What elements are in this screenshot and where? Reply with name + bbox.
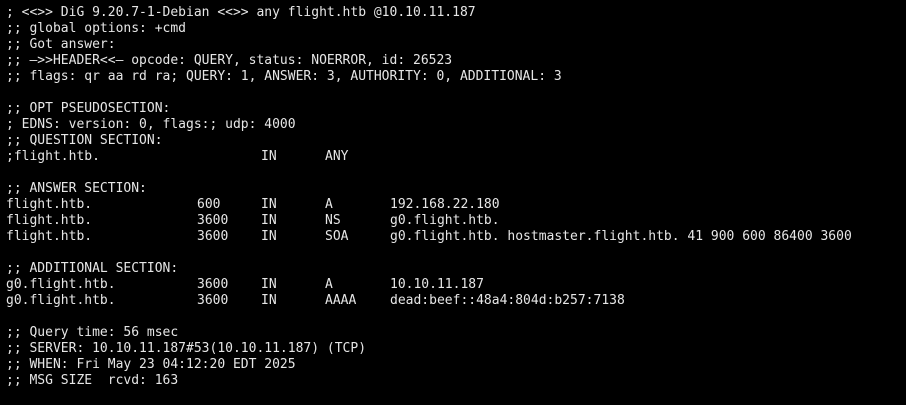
- record-data: 10.10.11.187: [390, 277, 484, 292]
- query-time-line: ;; Query time: 56 msec: [6, 325, 179, 340]
- flags-line: ;; flags: qr aa rd ra; QUERY: 1, ANSWER:…: [6, 69, 562, 84]
- additional-row: g0.flight.htb. 3600 IN A 10.10.11.187: [6, 277, 906, 293]
- msg-size-line: ;; MSG SIZE rcvd: 163: [6, 373, 179, 388]
- record-data: g0.flight.htb. hostmaster.flight.htb. 41…: [390, 229, 852, 244]
- record-name: flight.htb.: [6, 197, 93, 212]
- record-type: SOA: [325, 229, 349, 244]
- answer-row: flight.htb. 3600 IN SOA g0.flight.htb. h…: [6, 229, 906, 245]
- record-data: g0.flight.htb.: [390, 213, 500, 228]
- record-name: g0.flight.htb.: [6, 293, 116, 308]
- record-ttl: 3600: [197, 293, 229, 308]
- opt-section-title: ;; OPT PSEUDOSECTION:: [6, 101, 171, 116]
- got-answer-line: ;; Got answer:: [6, 37, 116, 52]
- record-name: flight.htb.: [6, 229, 93, 244]
- header-opcode-line: ;; —>>HEADER<<— opcode: QUERY, status: N…: [6, 53, 453, 68]
- when-line: ;; WHEN: Fri May 23 04:12:20 EDT 2025: [6, 357, 296, 372]
- record-class: IN: [261, 197, 277, 212]
- additional-row: g0.flight.htb. 3600 IN AAAA dead:beef::4…: [6, 293, 906, 309]
- question-type: ANY: [325, 149, 349, 164]
- answer-row: flight.htb. 600 IN A 192.168.22.180: [6, 197, 906, 213]
- question-name: ;flight.htb.: [6, 149, 100, 164]
- dig-banner: ; <<>> DiG 9.20.7-1-Debian <<>> any flig…: [6, 5, 476, 20]
- edns-line: ; EDNS: version: 0, flags:; udp: 4000: [6, 117, 296, 132]
- answer-section-title: ;; ANSWER SECTION:: [6, 181, 147, 196]
- question-row: ;flight.htb. IN ANY: [6, 149, 906, 165]
- record-class: IN: [261, 229, 277, 244]
- record-type: A: [325, 277, 333, 292]
- record-type: A: [325, 197, 333, 212]
- answer-row: flight.htb. 3600 IN NS g0.flight.htb.: [6, 213, 906, 229]
- record-data: dead:beef::48a4:804d:b257:7138: [390, 293, 625, 308]
- additional-section-title: ;; ADDITIONAL SECTION:: [6, 261, 179, 276]
- question-section-title: ;; QUESTION SECTION:: [6, 133, 163, 148]
- question-class: IN: [261, 149, 277, 164]
- record-ttl: 3600: [197, 229, 229, 244]
- record-class: IN: [261, 293, 277, 308]
- record-name: flight.htb.: [6, 213, 93, 228]
- record-class: IN: [261, 277, 277, 292]
- record-ttl: 600: [197, 197, 221, 212]
- record-type: AAAA: [325, 293, 357, 308]
- server-line: ;; SERVER: 10.10.11.187#53(10.10.11.187)…: [6, 341, 367, 356]
- record-ttl: 3600: [197, 277, 229, 292]
- record-type: NS: [325, 213, 341, 228]
- terminal-window[interactable]: ; <<>> DiG 9.20.7-1-Debian <<>> any flig…: [0, 0, 906, 400]
- record-name: g0.flight.htb.: [6, 277, 116, 292]
- record-class: IN: [261, 213, 277, 228]
- record-ttl: 3600: [197, 213, 229, 228]
- global-options-line: ;; global options: +cmd: [6, 21, 187, 36]
- record-data: 192.168.22.180: [390, 197, 500, 212]
